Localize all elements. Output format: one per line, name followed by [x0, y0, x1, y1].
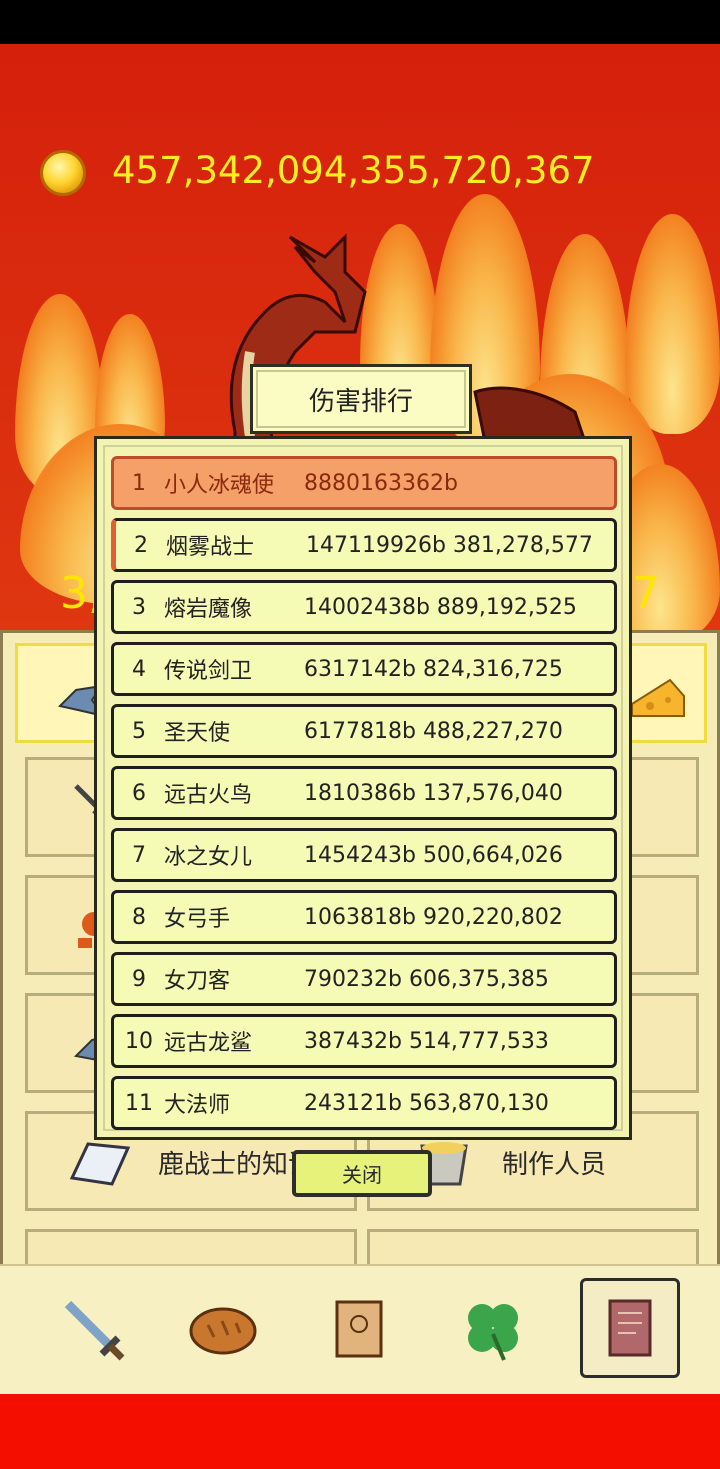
hero-name: 远古火鸟: [164, 783, 253, 808]
hero-name: 圣天使: [164, 721, 231, 746]
scroll-icon: [335, 1300, 383, 1358]
nav-sword-button[interactable]: [46, 1282, 140, 1376]
hero-name: 远古龙鲨: [164, 1031, 253, 1056]
damage-value: 243121b 563,870,130: [304, 1090, 549, 1116]
credits-label: 制作人员: [502, 1150, 607, 1180]
hero-name: 熔岩魔像: [164, 597, 253, 622]
ranking-row[interactable]: 1 小人冰魂使 8880163362b: [111, 456, 617, 510]
damage-value: 387432b 514,777,533: [304, 1028, 549, 1054]
knowledge-label: 鹿战士的知识: [158, 1150, 315, 1180]
ranking-row[interactable]: 2 烟雾战士 147119926b 381,278,577: [111, 518, 617, 572]
damage-value: 147119926b 381,278,577: [306, 532, 593, 558]
book-open-icon: [69, 1142, 131, 1186]
book-icon: [608, 1299, 652, 1357]
nav-book-button[interactable]: [580, 1278, 680, 1378]
rank-number: 5: [132, 718, 146, 744]
rank-number: 4: [132, 656, 146, 682]
rank-number: 6: [132, 780, 146, 806]
sword-icon: [64, 1300, 125, 1361]
nav-scroll-button[interactable]: [312, 1282, 406, 1376]
hero-name: 冰之女儿: [164, 845, 253, 870]
hero-name: 女弓手: [164, 907, 231, 932]
ranking-row[interactable]: 5 圣天使 6177818b 488,227,270: [111, 704, 617, 758]
cheese-icon: [631, 678, 685, 717]
ranking-row[interactable]: 9 女刀客 790232b 606,375,385: [111, 952, 617, 1006]
rank-number: 9: [132, 966, 146, 992]
damage-value: 6317142b 824,316,725: [304, 656, 563, 682]
clover-icon: [468, 1304, 518, 1361]
damage-value: 8880163362b: [304, 470, 458, 496]
ranking-row[interactable]: 4 传说剑卫 6317142b 824,316,725: [111, 642, 617, 696]
status-bar: [0, 0, 720, 44]
hero-name: 女刀客: [164, 969, 231, 994]
ranking-row[interactable]: 10 远古龙鲨 387432b 514,777,533: [111, 1014, 617, 1068]
ranking-row[interactable]: 6 远古火鸟 1810386b 137,576,040: [111, 766, 617, 820]
bottom-bar: [0, 1394, 720, 1469]
nav-clover-button[interactable]: [446, 1282, 540, 1376]
ranking-modal: 1 小人冰魂使 8880163362b 2 烟雾战士 147119926b 381,27…: [94, 436, 632, 1140]
ranking-row[interactable]: 8 女弓手 1063818b 920,220,802: [111, 890, 617, 944]
damage-value: 6177818b 488,227,270: [304, 718, 563, 744]
hero-name: 烟雾战士: [166, 535, 255, 560]
damage-value: 1063818b 920,220,802: [304, 904, 563, 930]
hero-name: 大法师: [164, 1093, 231, 1118]
gold-amount: 457,342,094,355,720,367: [112, 149, 595, 192]
nav-bread-button[interactable]: [176, 1282, 270, 1376]
modal-title: 伤害排行: [308, 386, 413, 417]
hero-name: 传说剑卫: [164, 659, 253, 684]
rank-number: 10: [125, 1028, 153, 1054]
damage-value: 1810386b 137,576,040: [304, 780, 563, 806]
damage-value: 1454243b 500,664,026: [304, 842, 563, 868]
close-button[interactable]: 关闭: [292, 1150, 432, 1197]
dps-text-right: 7: [632, 568, 660, 619]
ranking-row[interactable]: 3 熔岩魔像 14002438b 889,192,525: [111, 580, 617, 634]
damage-value: 790232b 606,375,385: [304, 966, 549, 992]
bread-icon: [189, 1307, 257, 1355]
ranking-row[interactable]: 7 冰之女儿 1454243b 500,664,026: [111, 828, 617, 882]
rank-number: 2: [134, 532, 148, 558]
rank-number: 8: [132, 904, 146, 930]
hero-name: 小人冰魂使: [164, 473, 275, 498]
modal-title-tab: 伤害排行: [250, 364, 472, 434]
rank-number: 1: [132, 470, 146, 496]
gold-coin-icon: [40, 150, 86, 196]
rank-number: 7: [132, 842, 146, 868]
rank-number: 11: [125, 1090, 153, 1116]
damage-value: 14002438b 889,192,525: [304, 594, 577, 620]
ranking-row[interactable]: 11 大法师 243121b 563,870,130: [111, 1076, 617, 1130]
rank-number: 3: [132, 594, 146, 620]
